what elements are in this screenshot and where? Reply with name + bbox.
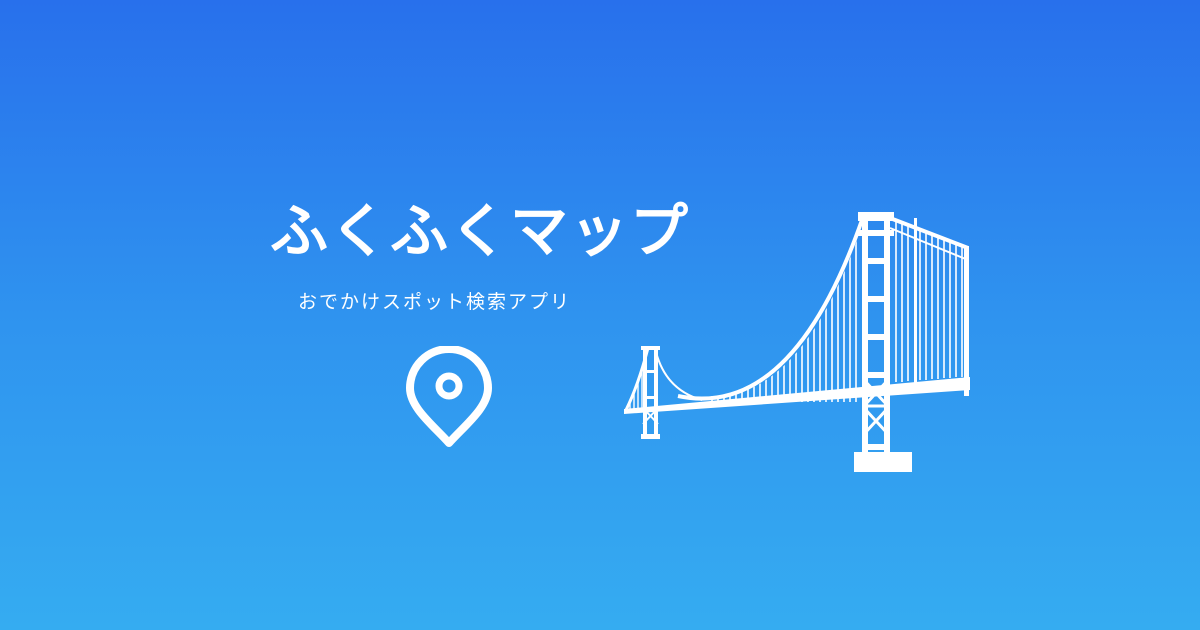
suspension-bridge-icon <box>624 212 970 472</box>
map-pin-icon <box>406 346 492 447</box>
app-subtitle: おでかけスポット検索アプリ <box>298 291 572 313</box>
app-title: ふくふくマップ <box>270 197 691 265</box>
hero-banner: ふくふくマップ おでかけスポット検索アプリ <box>0 0 1200 630</box>
